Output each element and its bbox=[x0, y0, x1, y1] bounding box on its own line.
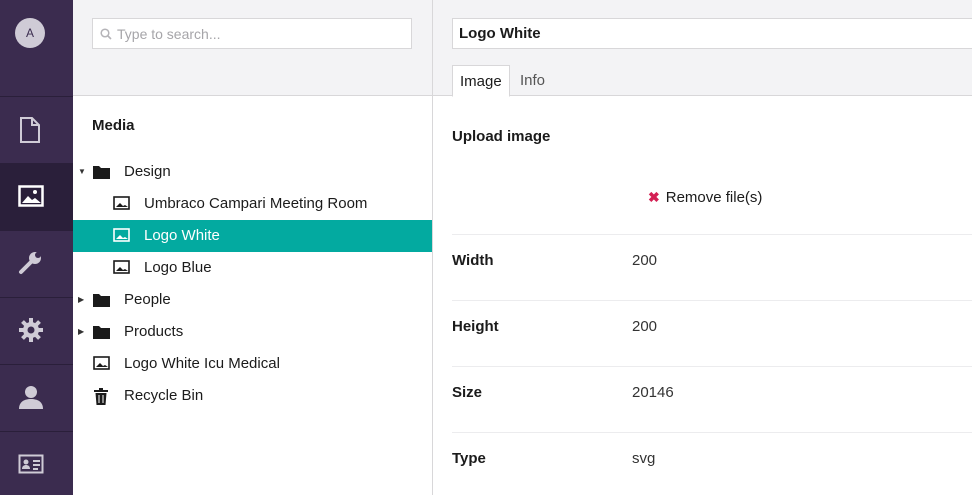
trash-icon bbox=[94, 388, 108, 405]
tree-node-label: Logo White bbox=[144, 227, 220, 244]
search-box[interactable] bbox=[92, 18, 412, 49]
folder-icon bbox=[93, 294, 110, 307]
type-property: Type svg bbox=[452, 433, 972, 495]
upload-image-property: Upload image bbox=[452, 96, 972, 235]
search-input[interactable] bbox=[117, 19, 407, 48]
size-property: Size 20146 bbox=[452, 367, 972, 433]
type-value: svg bbox=[632, 450, 656, 467]
tree-node-logo-blue[interactable]: Logo Blue bbox=[73, 252, 432, 284]
section-developer[interactable] bbox=[0, 297, 73, 364]
gear-icon bbox=[19, 318, 43, 342]
document-icon bbox=[20, 117, 40, 143]
caret-right-icon[interactable]: ▶ bbox=[78, 284, 84, 316]
height-property: Height 200 bbox=[452, 301, 972, 367]
sections-sidebar: A bbox=[0, 0, 73, 495]
tree-node-people[interactable]: ▶ People bbox=[73, 284, 432, 316]
tree-node-label: Logo Blue bbox=[144, 259, 212, 276]
image-icon bbox=[113, 228, 130, 242]
tree-node-label: People bbox=[124, 291, 171, 308]
tree-node-label: Design bbox=[124, 163, 171, 180]
tree-node-recycle-bin[interactable]: Recycle Bin bbox=[73, 380, 432, 412]
section-settings[interactable] bbox=[0, 230, 73, 297]
search-icon bbox=[100, 28, 112, 40]
size-label: Size bbox=[452, 384, 483, 401]
tree-node-label: Umbraco Campari Meeting Room bbox=[144, 195, 368, 212]
user-icon bbox=[19, 386, 43, 409]
width-property: Width 200 bbox=[452, 235, 972, 301]
remove-files-label: Remove file(s) bbox=[665, 189, 763, 206]
upload-image-label: Upload image bbox=[452, 128, 551, 145]
editor-header: Logo White Image Info bbox=[433, 0, 972, 97]
type-label: Type bbox=[452, 450, 486, 467]
section-users[interactable] bbox=[0, 364, 73, 431]
remove-icon: ✖ bbox=[648, 189, 660, 205]
section-members[interactable] bbox=[0, 431, 73, 495]
size-value: 20146 bbox=[632, 384, 674, 401]
folder-icon bbox=[93, 326, 110, 339]
tree-node-label: Logo White Icu Medical bbox=[124, 355, 280, 372]
width-label: Width bbox=[452, 252, 494, 269]
section-content[interactable] bbox=[0, 96, 73, 163]
width-value: 200 bbox=[632, 252, 658, 269]
folder-icon bbox=[93, 166, 110, 179]
caret-right-icon[interactable]: ▶ bbox=[78, 316, 84, 348]
tree-node-design[interactable]: ▼ Design bbox=[73, 156, 432, 188]
user-avatar[interactable]: A bbox=[15, 18, 45, 48]
image-icon bbox=[113, 196, 130, 210]
tree-root-label[interactable]: Media bbox=[92, 117, 135, 134]
wrench-icon bbox=[19, 252, 41, 274]
tree-node-umbraco-campari[interactable]: Umbraco Campari Meeting Room bbox=[73, 188, 432, 220]
remove-files-button[interactable]: ✖ Remove file(s) bbox=[648, 189, 762, 206]
tab-info[interactable]: Info bbox=[513, 65, 552, 96]
height-value: 200 bbox=[632, 318, 658, 335]
id-card-icon bbox=[18, 454, 44, 474]
image-icon bbox=[93, 356, 110, 370]
tree-node-label: Products bbox=[124, 323, 184, 340]
caret-down-icon[interactable]: ▼ bbox=[78, 156, 86, 188]
image-icon bbox=[113, 260, 130, 274]
tree-node-logo-white[interactable]: Logo White bbox=[73, 220, 432, 252]
media-editor: Logo White Image Info Upload image ✖ Remo… bbox=[433, 0, 972, 495]
media-name-input[interactable]: Logo White bbox=[452, 18, 972, 49]
height-label: Height bbox=[452, 318, 499, 335]
media-tree-panel: Media ▼ Design Umbraco Campari Meeting R… bbox=[73, 0, 433, 495]
tab-image[interactable]: Image bbox=[452, 65, 510, 97]
section-media[interactable] bbox=[0, 163, 73, 230]
tree-node-label: Recycle Bin bbox=[124, 387, 204, 404]
image-icon bbox=[18, 185, 44, 207]
tree-node-logo-white-icu[interactable]: Logo White Icu Medical bbox=[73, 348, 432, 380]
tree-header bbox=[73, 0, 432, 96]
tree-node-products[interactable]: ▶ Products bbox=[73, 316, 432, 348]
